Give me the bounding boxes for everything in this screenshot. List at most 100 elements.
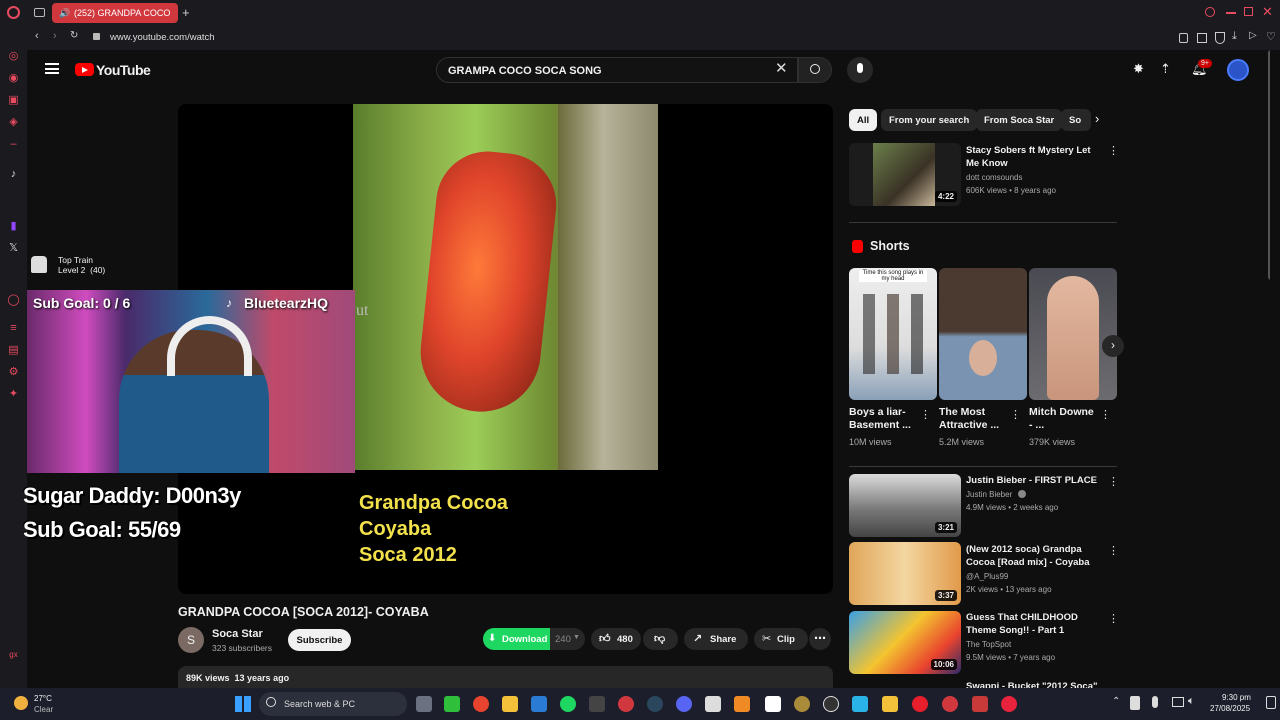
rec-thumbnail[interactable]: 3:21 [849, 474, 961, 537]
chip-from-your-search[interactable]: From your search [881, 109, 978, 131]
app-icon[interactable] [882, 696, 898, 712]
app-icon[interactable] [1001, 696, 1017, 712]
vlc-icon[interactable] [734, 696, 750, 712]
short-more-icon[interactable]: ⋮ [1100, 408, 1111, 421]
short-more-icon[interactable]: ⋮ [920, 408, 931, 421]
channel-avatar[interactable]: S [178, 627, 204, 653]
history-icon[interactable]: ≡ [7, 322, 20, 335]
clock-time[interactable]: 9:30 pm [1222, 693, 1251, 702]
description-box[interactable]: 89K views 13 years ago [178, 666, 833, 688]
close-window-button[interactable]: ✕ [1262, 4, 1273, 20]
account-avatar[interactable] [1227, 59, 1249, 81]
download-button[interactable]: ⬇ Download 240 ▼ [483, 628, 585, 650]
weather-temp[interactable]: 27°C [34, 694, 52, 703]
chips-next-icon[interactable]: › [1095, 111, 1099, 126]
chip-from-soca-star[interactable]: From Soca Star [976, 109, 1063, 131]
heart-icon[interactable]: ♡ [1266, 30, 1276, 43]
download-icon[interactable]: ⤓ [1232, 30, 1237, 43]
bookmarks-icon[interactable]: ▤ [7, 344, 20, 357]
app-icon[interactable] [765, 696, 781, 712]
clock-date[interactable]: 27/08/2025 [1210, 704, 1250, 713]
short-thumbnail[interactable]: Time this song plays in my head [849, 268, 937, 400]
steam-icon[interactable] [647, 696, 663, 712]
spotify-icon[interactable] [560, 696, 576, 712]
like-button[interactable]: 👍︎ 480 [591, 628, 641, 650]
rec-title[interactable]: Guess That CHILDHOOD Theme Song!! - Part… [966, 611, 1106, 637]
extensions-icon[interactable]: ✦ [7, 388, 20, 401]
create-upload-icon[interactable]: ⇡ [1160, 61, 1171, 77]
x-twitter-icon[interactable]: 𝕏 [7, 242, 20, 255]
app-icon[interactable] [912, 696, 928, 712]
opera-logo-icon[interactable] [7, 6, 20, 19]
tray-app-icon[interactable] [1130, 696, 1140, 710]
short-more-icon[interactable]: ⋮ [1010, 408, 1021, 421]
play-icon[interactable]: ▷ [1249, 30, 1257, 41]
xbox-icon[interactable] [444, 696, 460, 712]
rec-channel[interactable]: The TopSpot [966, 639, 1011, 650]
maximize-button[interactable] [1244, 7, 1253, 16]
clip-button[interactable]: ✂ Clip [754, 628, 808, 650]
active-tab[interactable]: 🔊 (252) GRANDPA COCO [52, 3, 178, 23]
voice-search-button[interactable] [847, 57, 873, 83]
forward-icon[interactable]: › [53, 30, 57, 42]
player-icon[interactable]: ◯ [7, 294, 20, 307]
short-title[interactable]: The Most Attractive ... [939, 406, 1007, 432]
clear-search-icon[interactable]: ✕ [775, 59, 788, 77]
search-button[interactable] [798, 57, 832, 83]
app-icon[interactable] [589, 696, 605, 712]
page-scrollbar[interactable] [1268, 50, 1270, 280]
rec-channel[interactable]: @A_Plus99 [966, 571, 1008, 582]
search-tabs-icon[interactable] [1205, 7, 1215, 17]
app-icon[interactable] [942, 696, 958, 712]
volume-icon[interactable]: 🔈︎ [1188, 695, 1195, 708]
bag-icon[interactable]: ◈ [7, 116, 20, 129]
chrome-icon[interactable] [473, 696, 489, 712]
rec-title[interactable]: (New 2012 soca) Grandpa Cocoa [Road mix]… [966, 543, 1106, 569]
rec-more-icon[interactable]: ⋮ [1108, 475, 1119, 488]
snapshot-icon[interactable] [1197, 33, 1207, 43]
search-input[interactable]: GRAMPA COCO SOCA SONG [436, 57, 798, 83]
taskbar-search[interactable]: Search web & PC [259, 692, 407, 716]
chip-soca[interactable]: So [1061, 109, 1091, 131]
rec-more-icon[interactable]: ⋮ [1108, 144, 1119, 157]
more-sidebar-icon[interactable]: gx [7, 648, 20, 661]
file-explorer-icon[interactable] [502, 696, 518, 712]
tiktok-sidebar-icon[interactable]: ♪ [7, 168, 20, 181]
twitch-icon[interactable]: ▮ [7, 220, 20, 233]
tab-manager-icon[interactable] [34, 8, 45, 17]
microphone-tray-icon[interactable] [1152, 696, 1158, 708]
rec-thumbnail[interactable]: 3:37 [849, 542, 961, 605]
app-icon[interactable] [852, 696, 868, 712]
minimize-button[interactable] [1226, 12, 1236, 14]
workspace-icon[interactable]: ▣ [7, 94, 20, 107]
task-view-icon[interactable] [416, 696, 432, 712]
dislike-button[interactable]: 👎︎ [643, 628, 678, 650]
start-button[interactable] [235, 696, 251, 712]
speaker-icon[interactable]: 🔊 [59, 8, 70, 19]
channel-name[interactable]: Soca Star [212, 628, 263, 640]
rec-more-icon[interactable]: ⋮ [1108, 612, 1119, 625]
vpn-shield-icon[interactable] [1215, 32, 1225, 44]
rec-more-icon[interactable]: ⋮ [1108, 544, 1119, 557]
more-actions-button[interactable]: ⋯ [809, 628, 831, 650]
rec-thumbnail[interactable]: 4:22 [849, 143, 961, 206]
new-tab-button[interactable]: + [182, 5, 190, 20]
rec-channel[interactable]: Justin Bieber [966, 489, 1012, 500]
short-title[interactable]: Boys a liar- Basement ... [849, 406, 917, 432]
short-thumbnail[interactable] [939, 268, 1027, 400]
extension-icon[interactable]: ✸ [1133, 61, 1144, 77]
rec-title[interactable]: Justin Bieber - FIRST PLACE [966, 474, 1106, 487]
rec-channel[interactable]: dott comsounds [966, 172, 1022, 183]
share-button[interactable]: ↗ Share [684, 628, 748, 650]
shorts-next-button[interactable]: › [1102, 335, 1124, 357]
subscribe-button[interactable]: Subscribe [288, 629, 351, 651]
back-icon[interactable]: ‹ [35, 30, 39, 42]
app-icon[interactable] [823, 696, 839, 712]
aria-icon[interactable]: ◎ [7, 50, 20, 63]
short-title[interactable]: Mitch Downe - ... [1029, 406, 1097, 432]
opera-taskbar-icon[interactable] [618, 696, 634, 712]
settings-icon[interactable]: ⚙ [7, 366, 20, 379]
tray-chevron-icon[interactable]: ⌃ [1112, 696, 1120, 707]
messenger-icon[interactable]: ◉ [7, 72, 20, 85]
url-field[interactable]: www.youtube.com/watch [110, 32, 215, 43]
